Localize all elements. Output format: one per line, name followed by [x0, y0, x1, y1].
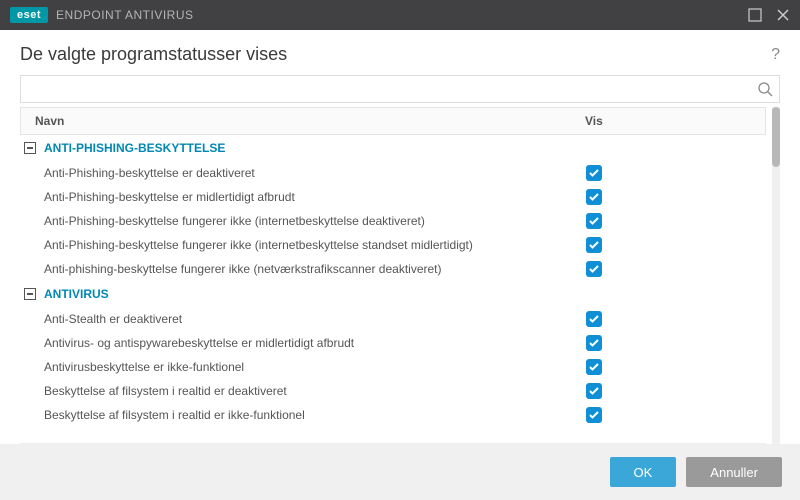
status-label: Beskyttelse af filsystem i realtid er de…	[20, 384, 586, 398]
search-icon[interactable]	[757, 81, 773, 97]
group-header[interactable]: ANTI-PHISHING-BESKYTTELSE	[20, 135, 766, 161]
status-row: Antivirusbeskyttelse er ikke-funktionel	[20, 355, 766, 379]
status-row: Anti-Phishing-beskyttelse er midlertidig…	[20, 185, 766, 209]
vis-checkbox[interactable]	[586, 165, 602, 181]
vis-checkbox[interactable]	[586, 335, 602, 351]
column-name-header[interactable]: Navn	[21, 114, 585, 128]
scroll-thumb[interactable]	[772, 107, 780, 167]
status-row: Beskyttelse af filsystem i realtid er de…	[20, 379, 766, 403]
vis-checkbox[interactable]	[586, 189, 602, 205]
vis-checkbox[interactable]	[586, 213, 602, 229]
status-label: Beskyttelse af filsystem i realtid er ik…	[20, 408, 586, 422]
status-label: Anti-phishing-beskyttelse fungerer ikke …	[20, 262, 586, 276]
vis-checkbox[interactable]	[586, 359, 602, 375]
status-label: Anti-Phishing-beskyttelse er deaktiveret	[20, 166, 586, 180]
status-label: Anti-Phishing-beskyttelse fungerer ikke …	[20, 238, 586, 252]
collapse-icon[interactable]	[24, 142, 36, 154]
close-button[interactable]	[776, 8, 790, 22]
status-row: Beskyttelse af filsystem i realtid er ik…	[20, 403, 766, 427]
search-bar[interactable]	[20, 75, 780, 103]
group-title: ANTIVIRUS	[44, 287, 109, 301]
search-input[interactable]	[27, 76, 757, 102]
grid-header: Navn Vis	[20, 107, 766, 135]
status-label: Anti-Stealth er deaktiveret	[20, 312, 586, 326]
cancel-button[interactable]: Annuller	[686, 457, 782, 487]
footer: OK Annuller	[0, 444, 800, 500]
status-row: Anti-Phishing-beskyttelse fungerer ikke …	[20, 233, 766, 257]
status-row: Antivirus- og antispywarebeskyttelse er …	[20, 331, 766, 355]
app-name: ENDPOINT ANTIVIRUS	[56, 8, 193, 22]
status-label: Anti-Phishing-beskyttelse er midlertidig…	[20, 190, 586, 204]
page-title: De valgte programstatusser vises	[20, 44, 287, 65]
status-label: Anti-Phishing-beskyttelse fungerer ikke …	[20, 214, 586, 228]
vis-checkbox[interactable]	[586, 237, 602, 253]
vis-checkbox[interactable]	[586, 383, 602, 399]
group-title: ANTI-PHISHING-BESKYTTELSE	[44, 141, 225, 155]
vis-checkbox[interactable]	[586, 407, 602, 423]
collapse-icon[interactable]	[24, 288, 36, 300]
group-header[interactable]: ANTIVIRUS	[20, 281, 766, 307]
help-icon[interactable]: ?	[771, 46, 780, 64]
brand-logo: eset	[10, 7, 48, 23]
status-row: Anti-Phishing-beskyttelse fungerer ikke …	[20, 209, 766, 233]
titlebar: eset ENDPOINT ANTIVIRUS	[0, 0, 800, 30]
status-label: Antivirusbeskyttelse er ikke-funktionel	[20, 360, 586, 374]
minimize-button[interactable]	[748, 8, 762, 22]
status-label: Antivirus- og antispywarebeskyttelse er …	[20, 336, 586, 350]
scrollbar[interactable]	[772, 107, 780, 444]
vis-checkbox[interactable]	[586, 311, 602, 327]
column-vis-header[interactable]: Vis	[585, 114, 765, 128]
vis-checkbox[interactable]	[586, 261, 602, 277]
status-row: Anti-Stealth er deaktiveret	[20, 307, 766, 331]
status-row: Anti-Phishing-beskyttelse er deaktiveret	[20, 161, 766, 185]
status-row: Anti-phishing-beskyttelse fungerer ikke …	[20, 257, 766, 281]
ok-button[interactable]: OK	[610, 457, 677, 487]
